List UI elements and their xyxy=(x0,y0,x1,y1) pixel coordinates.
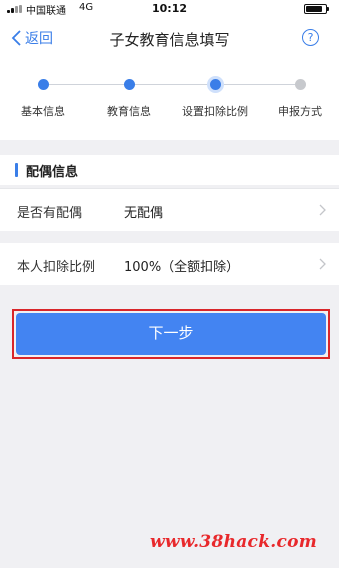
spouse-value: 无配偶 xyxy=(124,206,164,221)
chevron-left-icon xyxy=(11,30,21,46)
spouse-row[interactable]: 是否有配偶 无配偶 xyxy=(0,189,339,231)
back-button[interactable]: 返回 xyxy=(10,28,53,48)
section-marker xyxy=(15,163,18,177)
back-label: 返回 xyxy=(25,31,53,47)
deduction-ratio-label: 本人扣除比例 xyxy=(17,260,96,275)
status-bar: 中国联通 4G 10:12 xyxy=(0,0,339,18)
battery-level xyxy=(306,6,323,12)
deduction-ratio-row[interactable]: 本人扣除比例 100%（全额扣除） xyxy=(0,243,339,285)
step-dot-current xyxy=(206,76,224,93)
spouse-section-header: 配偶信息 xyxy=(0,155,339,185)
step-progress: 基本信息 教育信息 设置扣除比例 申报方式 xyxy=(0,58,339,140)
step-label: 申报方式 xyxy=(278,105,322,118)
screen: 中国联通 4G 10:12 返回 子女教育信息填写 ? 基本信息 教育信息 设置… xyxy=(0,0,339,568)
watermark: www.38hack.com xyxy=(150,532,318,552)
section-title: 配偶信息 xyxy=(26,165,79,180)
deduction-ratio-value: 100%（全额扣除） xyxy=(124,260,240,275)
chevron-right-icon xyxy=(319,204,326,216)
next-step-button[interactable]: 下一步 xyxy=(16,313,326,355)
step-basic-info: 基本信息 xyxy=(3,76,83,118)
step-dot xyxy=(37,79,49,90)
step-label: 教育信息 xyxy=(107,105,151,118)
step-education-info: 教育信息 xyxy=(89,76,169,118)
step-label: 设置扣除比例 xyxy=(182,105,248,118)
step-label: 基本信息 xyxy=(21,105,65,118)
step-filing-method: 申报方式 xyxy=(260,76,339,118)
battery-icon xyxy=(304,4,329,14)
clock: 10:12 xyxy=(151,2,187,15)
step-dot xyxy=(123,79,135,90)
spouse-label: 是否有配偶 xyxy=(17,206,83,221)
help-icon[interactable]: ? xyxy=(302,29,319,46)
step-dot-pending xyxy=(294,79,306,90)
nav-bar: 返回 子女教育信息填写 ? xyxy=(0,18,339,58)
step-deduction-ratio: 设置扣除比例 xyxy=(175,76,255,118)
chevron-right-icon xyxy=(319,258,326,270)
